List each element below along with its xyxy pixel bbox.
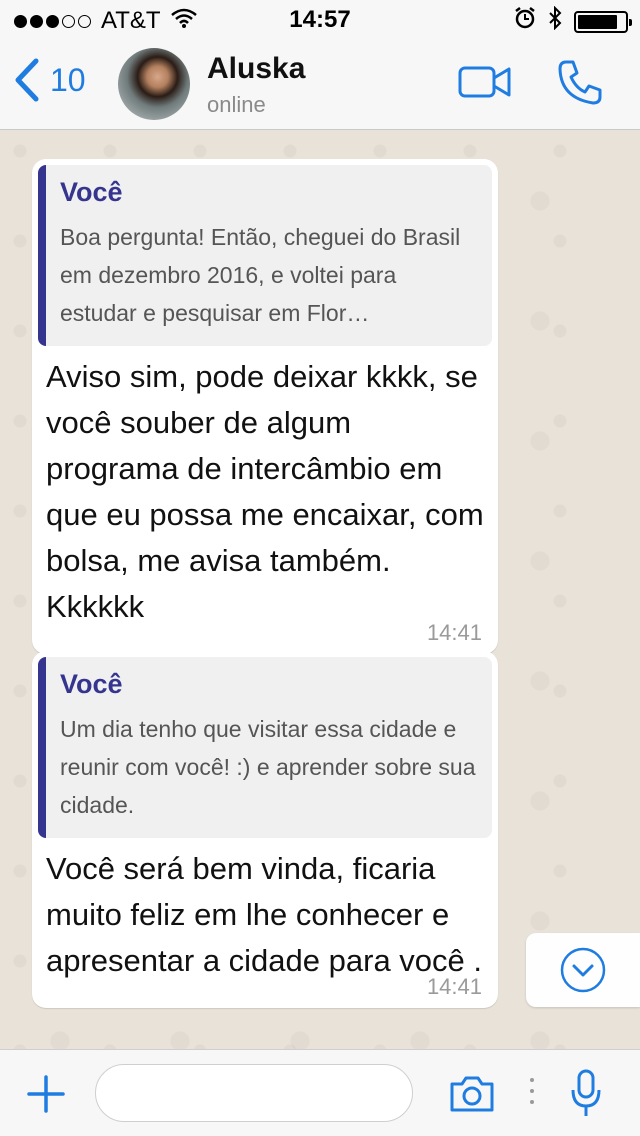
unread-count: 10	[50, 61, 86, 98]
quoted-message[interactable]: Você Um dia tenho que visitar essa cidad…	[38, 657, 492, 838]
microphone-icon	[571, 1069, 601, 1116]
phone-icon	[558, 60, 602, 105]
quoted-message[interactable]: Você Boa pergunta! Então, cheguei do Bra…	[38, 165, 492, 346]
video-camera-icon	[458, 66, 511, 98]
battery-level	[578, 14, 618, 29]
contact-name[interactable]: Aluska	[207, 52, 305, 86]
chevron-down-circle-icon	[560, 947, 606, 993]
alarm-clock-icon	[514, 7, 536, 36]
message-bubble[interactable]: Você Um dia tenho que visitar essa cidad…	[32, 651, 498, 1008]
voice-message-button[interactable]	[568, 1068, 604, 1125]
message-input-bar	[0, 1049, 640, 1136]
quote-text: Um dia tenho que visitar essa cidade e r…	[60, 716, 476, 818]
video-call-button[interactable]	[458, 64, 512, 105]
quote-author: Você	[60, 669, 123, 699]
status-bar: AT&T 14:57	[0, 0, 640, 40]
quote-author: Você	[60, 177, 123, 207]
chat-header: 10 Aluska online	[0, 40, 640, 130]
contact-avatar[interactable]	[118, 48, 190, 120]
status-right	[514, 5, 632, 37]
quote-text: Boa pergunta! Então, cheguei do Brasil e…	[60, 224, 461, 326]
back-button[interactable]: 10	[14, 58, 86, 102]
contact-status: online	[207, 92, 266, 117]
camera-icon	[450, 1076, 494, 1112]
separator-dots-icon	[530, 1078, 534, 1104]
scroll-to-bottom-button[interactable]	[526, 933, 640, 1007]
chevron-left-icon	[15, 58, 39, 102]
message-text: Você será bem vinda, ficaria muito feliz…	[46, 851, 482, 978]
chat-area[interactable]: Você Boa pergunta! Então, cheguei do Bra…	[0, 131, 640, 1049]
camera-button[interactable]	[448, 1074, 496, 1119]
message-bubble[interactable]: Você Boa pergunta! Então, cheguei do Bra…	[32, 159, 498, 654]
plus-icon	[27, 1075, 65, 1113]
message-text: Aviso sim, pode deixar kkkk, se você sou…	[46, 359, 484, 624]
voice-call-button[interactable]	[556, 58, 604, 111]
battery-icon	[574, 10, 632, 33]
message-input[interactable]	[95, 1064, 413, 1122]
attach-button[interactable]	[26, 1074, 66, 1119]
bluetooth-icon	[548, 5, 562, 37]
